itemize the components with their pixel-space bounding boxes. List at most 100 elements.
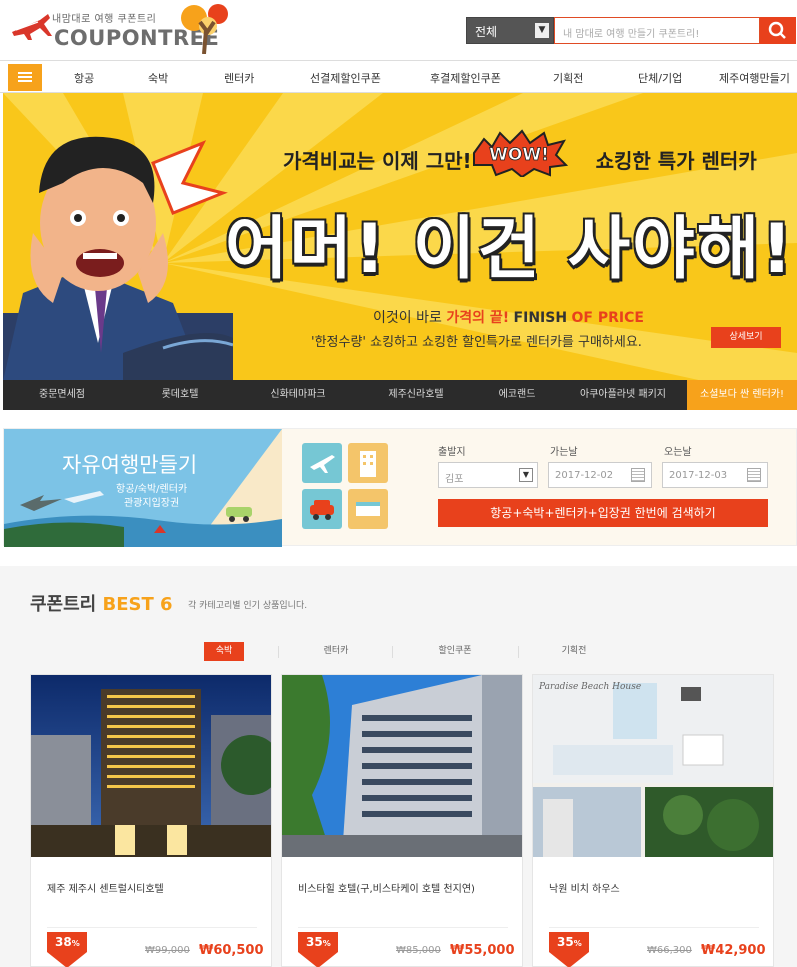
discount-value: 38: [55, 935, 72, 949]
product-image[interactable]: [282, 675, 522, 857]
search-icon: [768, 21, 786, 39]
nav-item-stay[interactable]: 숙박: [148, 70, 168, 86]
discount-badge: 35%: [298, 932, 338, 967]
product-name: 비스타힐 호텔(구,비스타케이 호텔 천지연): [298, 884, 475, 895]
banner-tab-shilla[interactable]: 제주신라호텔: [357, 380, 475, 410]
nav-item-postpaid-coupon[interactable]: 후결제할인쿠폰: [430, 70, 501, 86]
menu-bar: [18, 76, 32, 78]
tab-rentcar[interactable]: 렌터카: [306, 642, 366, 661]
original-price: ₩85,000: [396, 945, 441, 956]
nav-item-exhibition[interactable]: 기획전: [553, 70, 583, 86]
free-travel-banner[interactable]: 자유여행만들기 항공/숙박/렌터카 관광지입장권: [4, 429, 282, 547]
menu-bar: [18, 80, 32, 82]
travel-category-icons: [302, 443, 392, 533]
nav-item-flight[interactable]: 항공: [74, 70, 94, 86]
free-travel-sub-2: 관광지입장권: [123, 498, 180, 509]
surprised-man-illustration: [3, 136, 233, 381]
sub1-a: 이것이 바로: [373, 310, 442, 326]
return-date-label: 오는날: [664, 447, 692, 458]
banner-tagline-left: 가격비교는 이제 그만!: [283, 149, 472, 173]
discount-badge: 35%: [549, 932, 589, 967]
best-title-a: 쿠폰트리: [30, 594, 97, 615]
detail-button[interactable]: 상세보기: [711, 327, 781, 348]
sale-price: ₩55,000: [450, 943, 515, 958]
nav-item-prepaid-coupon[interactable]: 선결제할인쿠폰: [310, 70, 381, 86]
image-caption: Paradise Beach House: [538, 682, 641, 692]
depart-value: 김포: [445, 474, 464, 485]
sale-price: ₩42,900: [701, 943, 766, 958]
banner-tab-duty-free[interactable]: 중문면세점: [3, 380, 121, 410]
free-travel-title: 자유여행만들기: [62, 453, 198, 477]
best-title: 쿠폰트리 BEST 6: [30, 590, 173, 616]
go-date-value: 2017-12-02: [555, 470, 614, 481]
tab-divider: [518, 646, 519, 658]
product-card[interactable]: 비스타힐 호텔(구,비스타케이 호텔 천지연) 35% ₩85,000 ₩55,…: [281, 674, 523, 967]
product-image[interactable]: Paradise Beach House: [533, 675, 773, 857]
car-icon: [302, 489, 342, 529]
banner-tab-social-rentcar[interactable]: 소셜보다 싼 렌터카!: [687, 380, 797, 410]
go-date-input[interactable]: 2017-12-02: [548, 462, 652, 488]
plane-logo-icon: [12, 14, 52, 40]
hamburger-menu-button[interactable]: [8, 64, 42, 91]
main-nav: 항공 숙박 렌터카 선결제할인쿠폰 후결제할인쿠폰 기획전 단체/기업 제주여행…: [0, 60, 797, 93]
logo-tagline: 내맘대로 여행 쿠폰트리: [52, 14, 157, 25]
wow-text: WOW!: [489, 145, 549, 165]
header: 내맘대로 여행 쿠폰트리 COUPONTREE 전체 ▼ 내 맘대로 여행 만들…: [0, 0, 797, 58]
divider: [298, 927, 508, 928]
banner-headline: 어머! 이건 사야해!: [225, 210, 795, 289]
banner-tagline-right: 쇼킹한 특가 렌터카: [595, 149, 757, 173]
chevron-down-icon: ▼: [535, 23, 549, 38]
product-name: 낙원 비치 하우스: [549, 884, 620, 895]
sub1-d: OF PRICE: [571, 310, 644, 326]
hotel-icon: [348, 443, 388, 483]
banner-tab-shinhwa[interactable]: 신화테마파크: [239, 380, 357, 410]
banner-tab-lotte-hotel[interactable]: 롯데호텔: [121, 380, 239, 410]
nav-item-jeju-trip[interactable]: 제주여행만들기: [719, 70, 790, 86]
discount-value: 35: [557, 935, 574, 949]
best-section: 쿠폰트리 BEST 6 각 카테고리별 인기 상품입니다. 숙박 렌터카 할인쿠…: [0, 566, 797, 967]
banner-tab-ecoland[interactable]: 에코랜드: [475, 380, 559, 410]
banner-subline-1: 이것이 바로 가격의 끝! FINISH OF PRICE: [373, 307, 644, 327]
tab-discount-coupon[interactable]: 할인쿠폰: [420, 642, 490, 661]
free-travel-sub: 항공/숙박/렌터카 관광지입장권: [116, 483, 187, 511]
wow-burst-icon: WOW!: [473, 129, 568, 177]
tab-exhibition[interactable]: 기획전: [544, 642, 604, 661]
tab-stay[interactable]: 숙박: [204, 642, 244, 661]
calendar-icon[interactable]: [747, 468, 761, 482]
product-card[interactable]: Paradise Beach House 낙원 비치 하우스 35% ₩66,3…: [532, 674, 774, 967]
best-title-b: BEST 6: [102, 594, 173, 615]
depart-select[interactable]: 김포 ▼: [438, 462, 538, 488]
calendar-icon[interactable]: [631, 468, 645, 482]
return-date-input[interactable]: 2017-12-03: [662, 462, 768, 488]
product-name: 제주 제주시 센트럴시티호텔: [47, 884, 164, 895]
best-description: 각 카테고리별 인기 상품입니다.: [188, 601, 308, 611]
search-category-value: 전체: [475, 25, 498, 39]
search-button[interactable]: [760, 17, 796, 44]
search-placeholder: 내 맘대로 여행 만들기 쿠폰트리!: [563, 29, 700, 40]
nav-item-group[interactable]: 단체/기업: [638, 70, 682, 86]
airplane-icon: [302, 443, 342, 483]
return-date-value: 2017-12-03: [669, 470, 728, 481]
banner-tab-aqua-planet[interactable]: 아쿠아플라넷 패키지: [559, 380, 687, 410]
promo-banner[interactable]: 가격비교는 이제 그만! 쇼킹한 특가 렌터카 WOW! 어머! 이건 사야해!…: [3, 93, 797, 381]
chevron-down-icon: ▼: [519, 468, 533, 482]
product-card[interactable]: 제주 제주시 센트럴시티호텔 38% ₩99,000 ₩60,500: [30, 674, 272, 967]
package-search-button[interactable]: 항공+숙박+렌터카+입장권 한번에 검색하기: [438, 499, 768, 527]
original-price: ₩66,300: [647, 945, 692, 956]
banner-tabs: 중문면세점 롯데호텔 신화테마파크 제주신라호텔 에코랜드 아쿠아플라넷 패키지…: [3, 380, 797, 410]
nav-item-rentcar[interactable]: 렌터카: [224, 70, 254, 86]
free-travel-sub-1: 항공/숙박/렌터카: [116, 484, 188, 495]
ticket-icon: [348, 489, 388, 529]
discount-value: 35: [306, 935, 323, 949]
banner-subline-2: '한정수량' 쇼킹하고 쇼킹한 할인특가로 렌터카를 구매하세요.: [311, 335, 642, 350]
go-date-label: 가는날: [550, 447, 578, 458]
tree-logo-icon: [181, 4, 228, 54]
travel-search-form: 출발지 김포 ▼ 가는날 2017-12-02 오는날 2017-12-03 항…: [434, 429, 797, 547]
tab-divider: [392, 646, 393, 658]
search-category-select[interactable]: 전체 ▼: [466, 17, 554, 44]
original-price: ₩99,000: [145, 945, 190, 956]
divider: [549, 927, 759, 928]
product-image[interactable]: [31, 675, 271, 857]
search-input[interactable]: 내 맘대로 여행 만들기 쿠폰트리!: [554, 17, 760, 44]
logo[interactable]: 내맘대로 여행 쿠폰트리 COUPONTREE: [10, 4, 230, 54]
